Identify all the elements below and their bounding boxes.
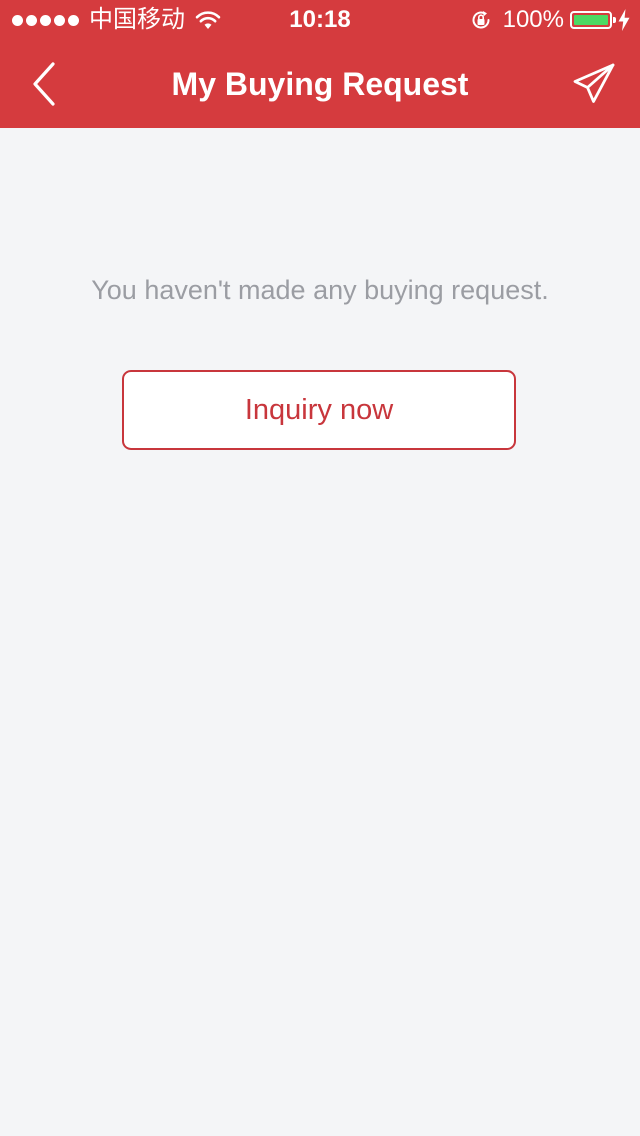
battery-icon <box>570 11 616 29</box>
battery-level-fill <box>574 15 608 25</box>
empty-state-message: You haven't made any buying request. <box>91 275 549 305</box>
charging-bolt-icon <box>618 9 630 31</box>
battery-percentage: 100% <box>502 6 564 33</box>
navigation-bar: My Buying Request <box>0 40 640 128</box>
app-header: 中国移动 10:18 100% My Buying Request <box>0 0 640 128</box>
page-title: My Buying Request <box>171 66 469 102</box>
back-button[interactable] <box>18 58 70 110</box>
status-bar: 中国移动 10:18 100% <box>0 0 640 40</box>
send-inquiry-button[interactable] <box>566 56 622 112</box>
status-bar-right: 100% <box>469 4 630 36</box>
inquiry-now-button[interactable]: Inquiry now <box>122 370 516 450</box>
paper-plane-send-icon <box>573 63 615 103</box>
rotation-lock-icon <box>472 11 490 29</box>
chevron-left-icon <box>33 62 55 106</box>
